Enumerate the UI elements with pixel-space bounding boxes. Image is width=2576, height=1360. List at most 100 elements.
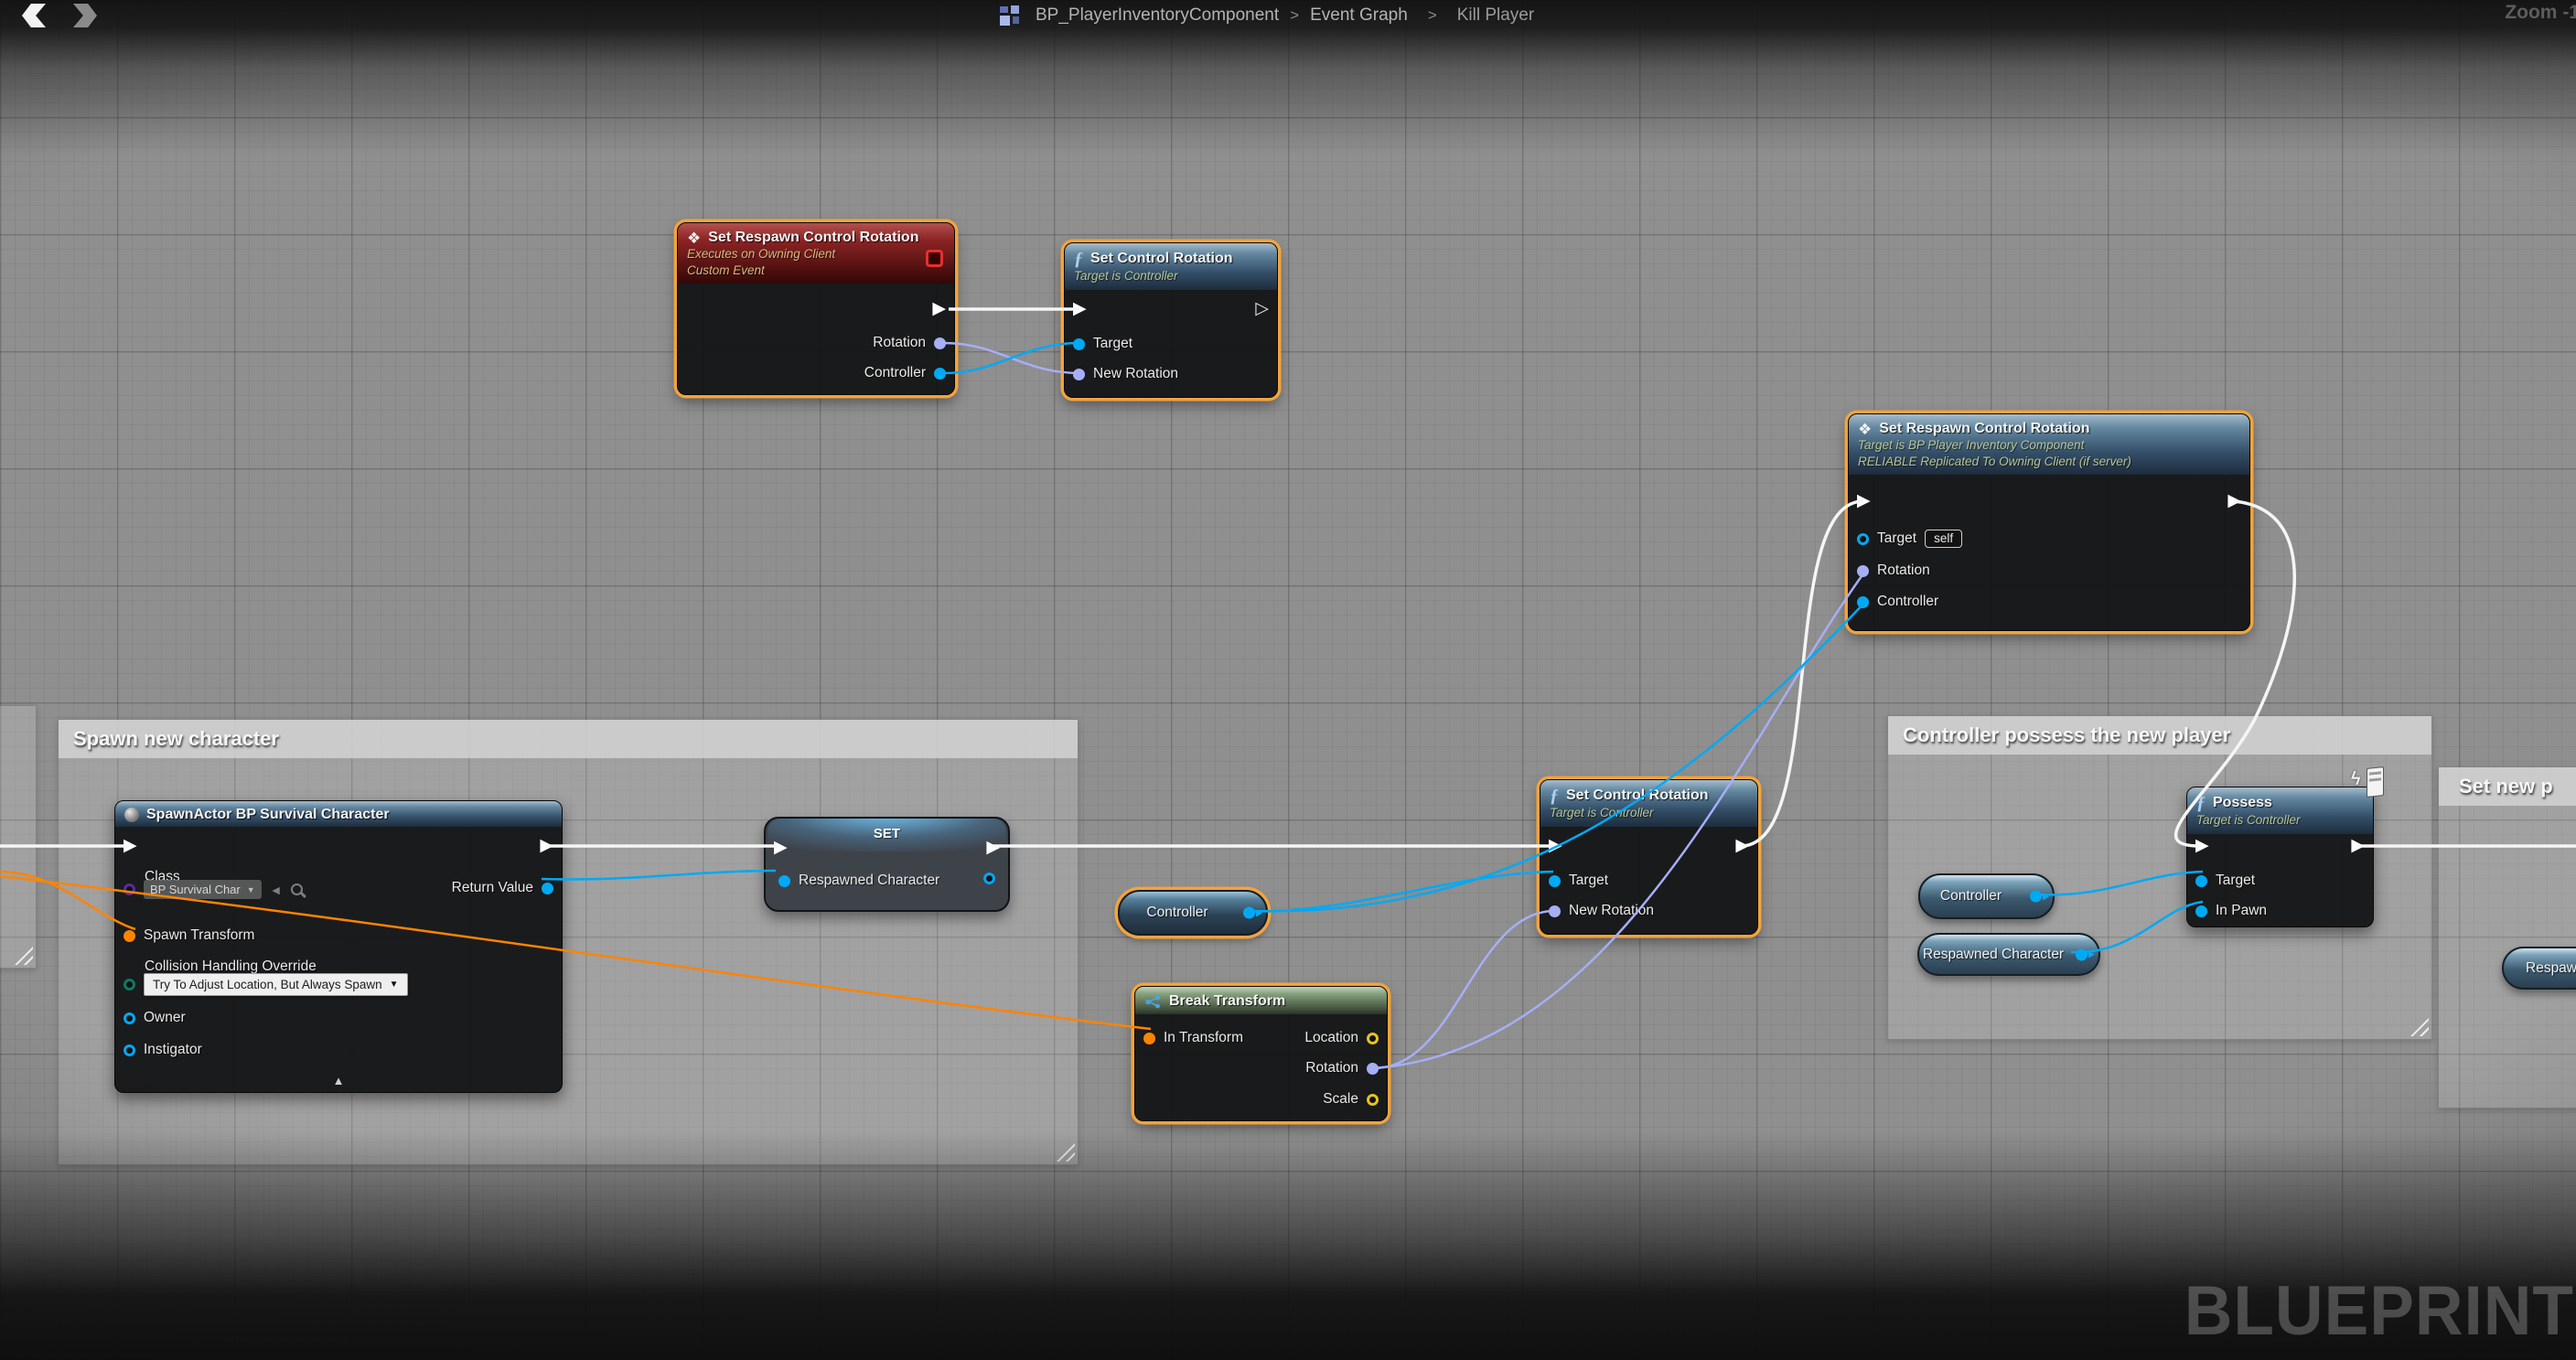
instigator-pin[interactable] xyxy=(123,1044,135,1056)
wire-exec-scrmid-to-srcr[interactable] xyxy=(1741,501,1863,846)
exec-in-pin[interactable]: ▶ xyxy=(123,837,137,854)
node-break-transform[interactable]: Break Transform In Transform Location Ro… xyxy=(1134,986,1388,1121)
return-value-pin[interactable] xyxy=(542,883,553,894)
spawn-transform-pin[interactable] xyxy=(123,930,135,942)
in-transform-pin-row[interactable]: In Transform xyxy=(1143,1030,1243,1046)
class-dropdown[interactable]: BP Survival Char ▼ xyxy=(144,880,262,899)
exec-out-pin[interactable]: ▶ xyxy=(1735,837,1749,854)
browse-asset-icon[interactable] xyxy=(291,883,303,895)
new-rotation-pin-row[interactable]: New Rotation xyxy=(1549,903,1654,919)
exec-in-pin-row[interactable]: ▶ xyxy=(123,837,137,854)
in-transform-pin[interactable] xyxy=(1143,1033,1155,1044)
controller-pin[interactable] xyxy=(1857,596,1869,608)
target-pin[interactable] xyxy=(1073,338,1085,350)
return-value-pin-row[interactable]: Return Value xyxy=(452,880,553,896)
scale-pin[interactable] xyxy=(1367,1094,1379,1106)
navigate-back-icon[interactable] xyxy=(22,4,46,27)
in-pawn-pin[interactable] xyxy=(2195,905,2207,917)
exec-out-pin-row[interactable]: ▶ xyxy=(986,839,1000,856)
in-pawn-pin-row[interactable]: In Pawn xyxy=(2195,903,2267,919)
breadcrumb-item-event-graph[interactable]: Event Graph xyxy=(1310,5,1408,26)
exec-in-pin-row[interactable]: ▶ xyxy=(774,839,788,856)
exec-out-pin-row[interactable]: ▶ xyxy=(2351,837,2365,854)
exec-out-pin-row[interactable]: ▶ xyxy=(2227,492,2241,509)
target-pin-row[interactable]: Target xyxy=(2195,873,2255,889)
exec-in-pin[interactable]: ▶ xyxy=(774,839,788,856)
exec-out-pin[interactable]: ▷ xyxy=(1255,300,1269,317)
breadcrumb-item-kill-player[interactable]: Kill Player xyxy=(1457,5,1534,26)
node-set-control-rotation-mid[interactable]: ƒ Set Control Rotation Target is Control… xyxy=(1540,779,1758,935)
reset-to-default-icon[interactable]: ◄ xyxy=(270,883,283,897)
wire-rotation-event-to-scrtop[interactable] xyxy=(944,343,1079,373)
spawn-transform-pin-row[interactable]: Spawn Transform xyxy=(123,927,254,944)
new-rotation-pin-row[interactable]: New Rotation xyxy=(1073,366,1178,382)
node-set-respawn-control-rotation-call[interactable]: ❖ Set Respawn Control Rotation Target is… xyxy=(1848,413,2250,631)
comment-resize-handle[interactable] xyxy=(2410,1018,2429,1036)
wire-rotation-break-to-scrmid[interactable] xyxy=(1372,911,1553,1068)
controller-pin[interactable] xyxy=(934,368,946,380)
node-possess[interactable]: ϟ ƒ Possess Target is Controller ▶ ▶ Tar… xyxy=(2186,787,2374,927)
collision-handling-pin[interactable] xyxy=(123,979,135,991)
rotation-pin-row[interactable]: Rotation xyxy=(1857,562,1930,579)
target-pin-row[interactable]: Target self xyxy=(1857,530,1962,548)
node-spawn-actor[interactable]: SpawnActor BP Survival Character ▶ ▶ Cla… xyxy=(114,800,563,1093)
exec-out-pin-row[interactable]: ▶ xyxy=(1735,837,1749,854)
collision-dropdown[interactable]: Try To Adjust Location, But Always Spawn… xyxy=(144,973,408,996)
comment-resize-handle[interactable] xyxy=(15,947,33,965)
exec-in-pin[interactable]: ▶ xyxy=(1549,837,1562,854)
respawned-character-out-pin[interactable] xyxy=(983,873,995,884)
variable-get-controller[interactable]: Controller xyxy=(1118,890,1268,936)
exec-out-pin[interactable]: ▶ xyxy=(2227,492,2241,509)
exec-in-pin[interactable]: ▶ xyxy=(2195,837,2209,854)
variable-get-controller-2[interactable]: Controller xyxy=(1918,873,2055,919)
comment-left-partial[interactable] xyxy=(0,705,37,969)
exec-out-pin-row[interactable]: ▶ xyxy=(540,837,553,854)
exec-in-pin-row[interactable]: ▶ xyxy=(2195,837,2209,854)
instigator-pin-row[interactable]: Instigator xyxy=(123,1042,202,1058)
collapse-pins-button[interactable]: ▲ xyxy=(333,1074,345,1087)
navigate-forward-icon[interactable] xyxy=(73,4,97,27)
rotation-pin-row[interactable]: Rotation xyxy=(1305,1060,1379,1076)
target-pin[interactable] xyxy=(2195,875,2207,887)
node-set-control-rotation-top[interactable]: ƒ Set Control Rotation Target is Control… xyxy=(1064,242,1278,398)
exec-in-pin[interactable]: ▶ xyxy=(1073,300,1087,317)
new-rotation-pin[interactable] xyxy=(1549,905,1561,917)
event-graph-canvas[interactable]: Spawn new character Controller possess t… xyxy=(0,0,2576,1360)
comment-title-bar[interactable]: Controller possess the new player xyxy=(1888,716,2431,755)
exec-in-pin-row[interactable]: ▶ xyxy=(1857,492,1871,509)
respawned-character-in-pin[interactable] xyxy=(778,875,790,887)
owner-pin[interactable] xyxy=(123,1012,135,1024)
breadcrumb-item-blueprint[interactable]: BP_PlayerInventoryComponent xyxy=(1036,5,1279,26)
class-pin-row[interactable]: BP Survival Char ▼ ◄ xyxy=(123,880,303,899)
collision-pin-row[interactable]: Try To Adjust Location, But Always Spawn… xyxy=(123,973,408,996)
exec-out-pin[interactable]: ▶ xyxy=(986,839,1000,856)
variable-get-respawned-character[interactable]: Respawned Character xyxy=(1917,933,2100,976)
comment-title-bar[interactable]: Spawn new character xyxy=(59,720,1078,758)
rotation-pin[interactable] xyxy=(1857,565,1869,577)
scale-pin-row[interactable]: Scale xyxy=(1323,1091,1379,1108)
respawned-character-pin-row[interactable]: Respawned Character xyxy=(778,873,939,889)
location-pin-row[interactable]: Location xyxy=(1304,1030,1379,1046)
location-pin[interactable] xyxy=(1367,1033,1379,1044)
exec-in-pin[interactable]: ▶ xyxy=(1857,492,1871,509)
target-pin-row[interactable]: Target xyxy=(1073,336,1132,352)
node-set-respawned-character[interactable]: SET ▶ ▶ Respawned Character xyxy=(764,817,1010,912)
controller-pin-row[interactable]: Controller xyxy=(1857,594,1938,610)
exec-out-pin-row[interactable]: ▶ xyxy=(932,300,946,317)
variable-get-respawn-partial[interactable]: Respaw xyxy=(2502,947,2576,990)
node-set-respawn-control-rotation-event[interactable]: ❖ Set Respawn Control Rotation Executes … xyxy=(677,222,955,395)
controller-pin-row[interactable]: Controller xyxy=(864,365,946,381)
target-pin[interactable] xyxy=(1857,533,1869,545)
target-pin[interactable] xyxy=(1549,875,1561,887)
respawned-character-output-pin[interactable] xyxy=(2076,948,2088,960)
wire-controller-to-scrmid-target[interactable] xyxy=(1249,872,1553,911)
rotation-pin[interactable] xyxy=(934,337,946,349)
target-pin-row[interactable]: Target xyxy=(1549,873,1608,889)
controller-output-pin[interactable] xyxy=(2030,891,2042,903)
exec-out-pin[interactable]: ▶ xyxy=(932,300,946,317)
comment-resize-handle[interactable] xyxy=(1057,1143,1075,1162)
controller-output-pin[interactable] xyxy=(1243,907,1255,919)
rotation-pin-row[interactable]: Rotation xyxy=(873,335,946,351)
exec-in-pin-row[interactable]: ▶ xyxy=(1073,300,1087,317)
self-default-value[interactable]: self xyxy=(1925,530,1962,548)
